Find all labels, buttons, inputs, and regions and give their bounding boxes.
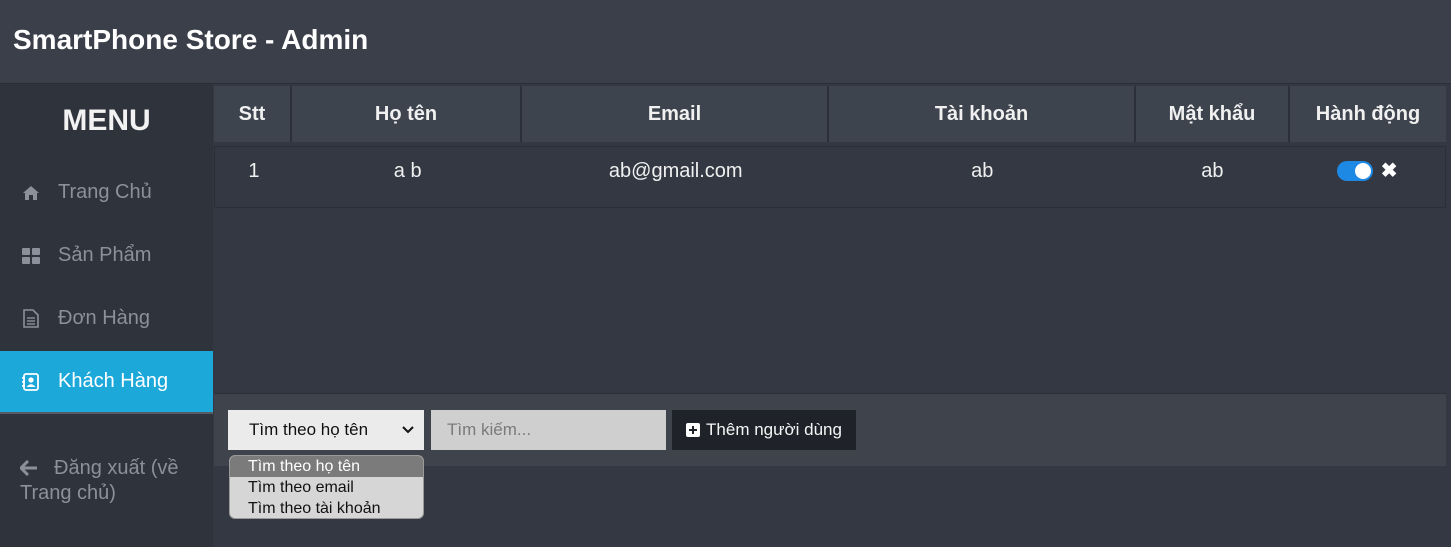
app-title: SmartPhone Store - Admin xyxy=(13,24,369,55)
add-user-button[interactable]: Thêm người dùng xyxy=(672,410,856,450)
dropdown-option[interactable]: Tìm theo email xyxy=(230,477,423,498)
sidebar-item-label: Khách Hàng xyxy=(58,370,169,392)
table-header: Stt Họ tên Email Tài khoản Mật khẩu Hành… xyxy=(214,86,1446,142)
sidebar-item-products[interactable]: Sản Phẩm xyxy=(0,224,213,287)
column-header: Hành động xyxy=(1315,102,1421,125)
search-type-dropdown: Tìm theo họ tên Tìm theo email Tìm theo … xyxy=(229,455,424,519)
cell-name: a b xyxy=(393,159,422,182)
dropdown-option[interactable]: Tìm theo họ tên xyxy=(230,456,423,477)
plus-square-icon xyxy=(686,423,701,437)
cell-email: ab@gmail.com xyxy=(608,159,743,182)
column-header: Email xyxy=(522,86,829,142)
sidebar-item-customers[interactable]: Khách Hàng xyxy=(0,351,213,414)
logout-link[interactable]: Đăng xuất (về Trang chủ) xyxy=(18,457,210,505)
select-value: Tìm theo họ tên xyxy=(249,420,369,439)
column-header: Tài khoản xyxy=(829,86,1136,142)
search-type-select[interactable]: Tìm theo họ tên xyxy=(228,410,424,450)
arrow-left-icon xyxy=(18,459,40,482)
cell-stt: 1 xyxy=(248,159,260,182)
chevron-down-icon xyxy=(402,422,414,442)
sidebar-item-label: Đơn Hàng xyxy=(58,307,151,329)
sidebar-item-label: Trang Chủ xyxy=(58,181,152,203)
sidebar-item-label: Sản Phẩm xyxy=(58,244,152,266)
delete-icon[interactable]: ✖ xyxy=(1381,161,1398,181)
search-input[interactable] xyxy=(431,410,666,450)
customers-table: Stt Họ tên Email Tài khoản Mật khẩu Hành… xyxy=(214,86,1446,208)
grid-icon xyxy=(21,246,41,266)
sidebar-item-orders[interactable]: Đơn Hàng xyxy=(0,287,213,350)
app-header: SmartPhone Store - Admin xyxy=(0,0,1451,84)
document-icon xyxy=(21,309,41,329)
logout-label: Đăng xuất (về Trang chủ) xyxy=(20,457,179,504)
cell-actions: ✖ xyxy=(1289,147,1445,207)
column-header: Stt xyxy=(214,86,292,142)
active-toggle[interactable] xyxy=(1336,161,1373,181)
menu-title: MENU xyxy=(62,104,151,137)
cell-account: ab xyxy=(971,159,994,182)
sidebar-item-home[interactable]: Trang Chủ xyxy=(0,161,213,224)
table-row: 1 a b ab@gmail.com ab ab ✖ xyxy=(214,146,1446,208)
column-header: Họ tên xyxy=(292,86,522,142)
column-header: Mật khẩu xyxy=(1136,86,1290,142)
contact-icon xyxy=(21,372,41,392)
home-icon xyxy=(21,183,41,203)
dropdown-option[interactable]: Tìm theo tài khoản xyxy=(230,498,423,518)
cell-password: ab xyxy=(1201,159,1224,182)
add-user-label: Thêm người dùng xyxy=(706,420,842,439)
